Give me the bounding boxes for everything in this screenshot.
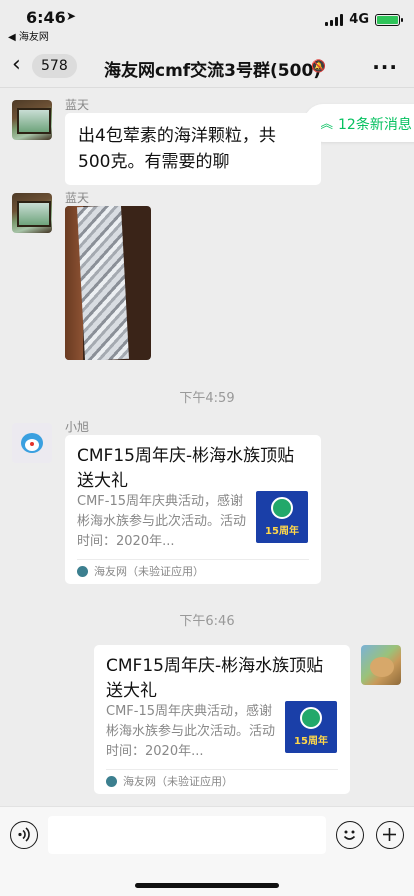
status-bar: 6:46 ➤ ◀ 海友网 4G <box>0 0 414 44</box>
link-card-thumbnail: 15周年 <box>256 491 308 543</box>
avatar[interactable] <box>12 423 52 463</box>
signal-icon <box>325 13 344 26</box>
double-up-arrow-icon: ︽ <box>320 117 334 132</box>
back-chevron-icon[interactable]: ‹ <box>12 54 21 76</box>
link-card-description: CMF-15周年庆典活动，感谢彬海水族参与此次活动。活动时间：2020年... <box>77 494 247 549</box>
link-card-thumbnail: 15周年 <box>285 701 337 753</box>
thumbnail-text: 15周年 <box>265 526 299 537</box>
image-message[interactable] <box>65 206 151 360</box>
status-time: 6:46 <box>26 8 66 27</box>
location-arrow-icon: ➤ <box>66 9 77 23</box>
chat-header: ‹ 578 海友网cmf交流3号群(500) 🔕 ··· <box>0 44 414 88</box>
unread-count-badge[interactable]: 578 <box>32 54 77 78</box>
network-type: 4G <box>349 12 369 27</box>
back-to-app-link[interactable]: ◀ 海友网 <box>8 28 49 43</box>
link-card-title: CMF15周年庆-彬海水族顶贴送大礼 <box>77 446 295 491</box>
link-card[interactable]: CMF15周年庆-彬海水族顶贴送大礼 CMF-15周年庆典活动，感谢彬海水族参与… <box>94 645 350 794</box>
timestamp: 下午4:59 <box>179 391 235 406</box>
text-message-bubble[interactable]: 出4包荤素的海洋颗粒，共500克。有需要的聊 <box>65 113 321 185</box>
sender-name: 蓝天 <box>65 98 90 112</box>
divider <box>77 559 309 560</box>
link-card-title: CMF15周年庆-彬海水族顶贴送大礼 <box>106 656 324 701</box>
link-card-description: CMF-15周年庆典活动，感谢彬海水族参与此次活动。活动时间：2020年... <box>106 704 276 759</box>
thumbnail-text: 15周年 <box>294 736 328 747</box>
app-source-icon <box>106 776 117 787</box>
link-card[interactable]: CMF15周年庆-彬海水族顶贴送大礼 CMF-15周年庆典活动，感谢彬海水族参与… <box>65 435 321 584</box>
voice-icon[interactable] <box>10 821 38 849</box>
new-messages-label: 12条新消息 <box>338 117 412 133</box>
more-options-button[interactable]: ··· <box>372 55 398 79</box>
home-indicator <box>135 883 279 888</box>
message-input[interactable] <box>48 816 326 854</box>
sender-name: 小旭 <box>65 420 90 434</box>
link-card-source: 海友网（未验证应用） <box>123 775 233 788</box>
input-bar <box>0 806 414 896</box>
battery-icon <box>375 13 403 26</box>
mute-bell-icon: 🔕 <box>311 59 326 73</box>
link-card-source: 海友网（未验证应用） <box>94 565 204 578</box>
app-source-icon <box>77 566 88 577</box>
status-indicators: 4G <box>325 12 403 27</box>
avatar[interactable] <box>12 100 52 140</box>
divider <box>106 769 338 770</box>
sender-name: 蓝天 <box>65 191 90 205</box>
timestamp: 下午6:46 <box>179 614 235 629</box>
chat-title: 海友网cmf交流3号群(500) <box>104 61 322 81</box>
avatar[interactable] <box>12 193 52 233</box>
my-avatar[interactable] <box>361 645 401 685</box>
plus-icon[interactable] <box>376 821 404 849</box>
emoji-icon[interactable] <box>336 821 364 849</box>
